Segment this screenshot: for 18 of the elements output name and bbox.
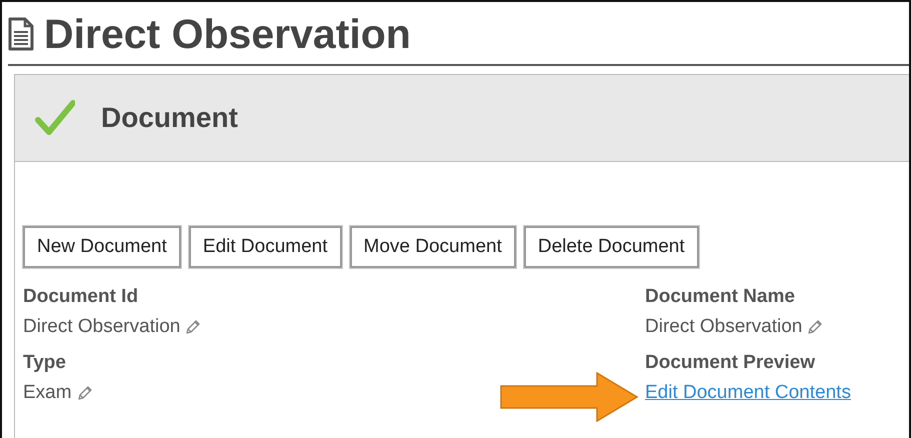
field-label: Document Name [645, 286, 796, 308]
pencil-icon[interactable] [185, 319, 202, 335]
field-value: Direct Observation [23, 316, 180, 338]
pencil-icon[interactable] [807, 319, 824, 335]
action-button[interactable]: Move Document [350, 226, 516, 268]
field-value: Exam [23, 382, 72, 404]
panel-heading: Document [101, 102, 238, 134]
field-label: Document Preview [645, 352, 816, 374]
action-button[interactable]: Delete Document [524, 226, 699, 268]
pencil-icon[interactable] [76, 385, 93, 401]
edit-contents-link[interactable]: Edit Document Contents [645, 382, 851, 404]
page-title: Direct Observation [44, 10, 411, 58]
field-label: Document Id [23, 286, 140, 308]
field-value: Direct Observation [645, 316, 802, 338]
action-button[interactable]: Edit Document [188, 226, 342, 268]
document-icon [8, 17, 34, 51]
field-label: Type [23, 352, 67, 374]
action-button[interactable]: New Document [23, 226, 181, 268]
